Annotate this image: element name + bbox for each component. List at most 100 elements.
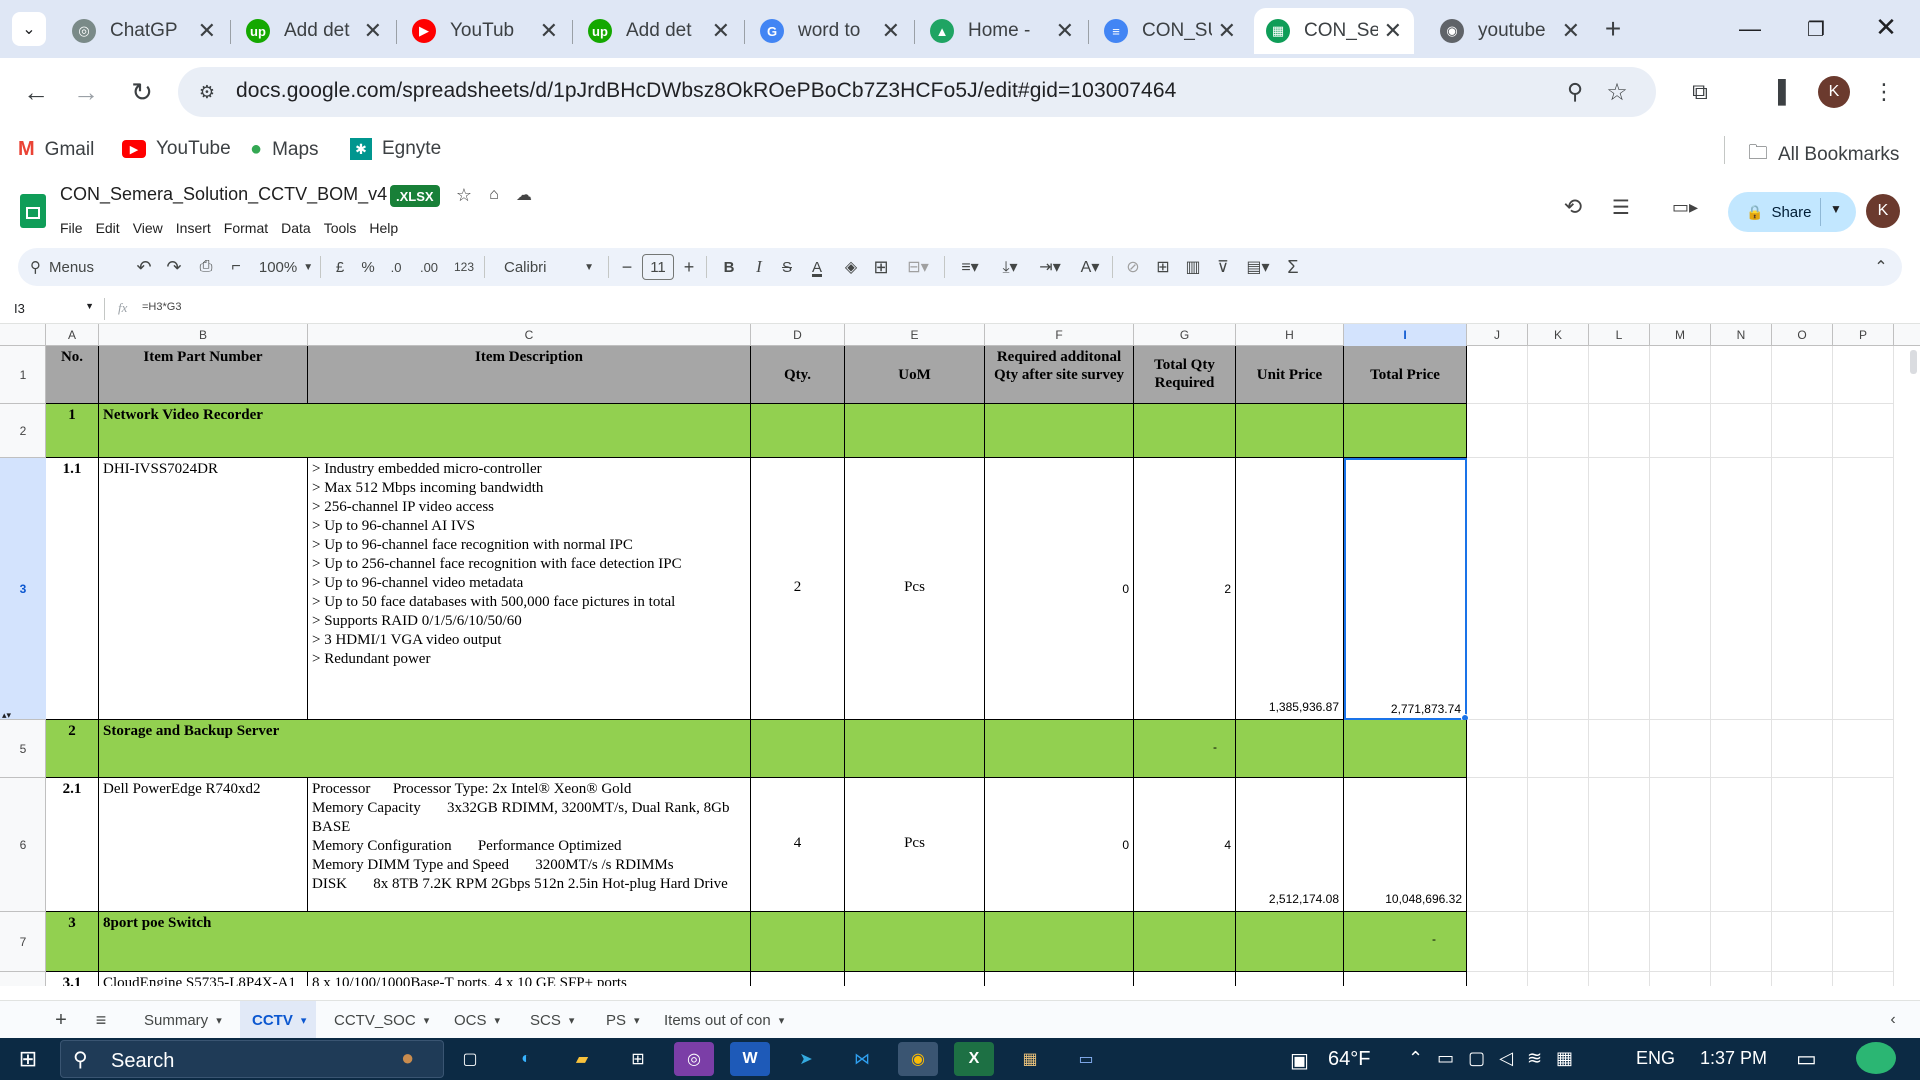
- weather-icon[interactable]: ▣: [1290, 1048, 1309, 1073]
- section-3-qty[interactable]: [751, 912, 845, 972]
- empty-cell[interactable]: [1772, 720, 1833, 778]
- fill-color-icon[interactable]: ◈: [838, 248, 864, 286]
- empty-cell[interactable]: [1528, 346, 1589, 404]
- item-3-1-unit[interactable]: [1236, 972, 1344, 986]
- item-1-1-description[interactable]: > Industry embedded micro-controller > M…: [308, 458, 751, 720]
- sheet-tab[interactable]: PS ▾: [594, 1001, 646, 1039]
- minimize-icon[interactable]: —: [1730, 14, 1770, 44]
- section-2-add[interactable]: [985, 720, 1134, 778]
- browser-tab[interactable]: up Add det ✕: [576, 8, 742, 54]
- section-3-uom[interactable]: [845, 912, 985, 972]
- item-3-1-number[interactable]: 3.1: [46, 972, 99, 986]
- menu-format[interactable]: Format: [224, 220, 268, 236]
- taskbar-search[interactable]: ⚲ Search ●: [60, 1040, 444, 1078]
- functions-icon[interactable]: Σ: [1280, 248, 1306, 286]
- tab-close-icon[interactable]: ✕: [712, 18, 730, 44]
- item-2-1-additional-qty[interactable]: 0: [985, 778, 1134, 912]
- sheet-tab[interactable]: CCTV_SOC ▾: [322, 1001, 440, 1039]
- increase-decimal-button[interactable]: .00: [412, 248, 446, 286]
- telegram-icon[interactable]: ➤: [786, 1042, 826, 1076]
- sheet-tab-dropdown-icon[interactable]: ▾: [779, 1014, 785, 1027]
- strikethrough-icon[interactable]: S: [774, 248, 800, 286]
- italic-icon[interactable]: I: [746, 248, 772, 286]
- item-3-1-uom[interactable]: [845, 972, 985, 986]
- empty-cell[interactable]: [1650, 404, 1711, 458]
- section-1-add[interactable]: [985, 404, 1134, 458]
- section-1-number[interactable]: 1: [46, 404, 99, 458]
- tab-close-icon[interactable]: ✕: [198, 18, 216, 44]
- item-1-1-total-qty[interactable]: 2: [1134, 458, 1236, 720]
- tab-close-icon[interactable]: ✕: [1562, 18, 1580, 44]
- font-select[interactable]: Calibri ▼: [494, 248, 604, 286]
- column-header-o[interactable]: O: [1772, 324, 1833, 346]
- tab-close-icon[interactable]: ✕: [882, 18, 900, 44]
- empty-cell[interactable]: [1711, 972, 1772, 986]
- sheet-tab[interactable]: OCS ▾: [442, 1001, 512, 1039]
- horizontal-align-icon[interactable]: ≡▾: [952, 248, 988, 286]
- section-2-title[interactable]: Storage and Backup Server: [99, 720, 751, 778]
- empty-cell[interactable]: [1589, 346, 1650, 404]
- bookmark-gmail[interactable]: M Gmail: [18, 138, 94, 161]
- browser-tab[interactable]: ▶ YouTub ✕: [400, 8, 570, 54]
- item-2-1-unit-price[interactable]: 2,512,174.08: [1236, 778, 1344, 912]
- browser-menu-icon[interactable]: ⋮: [1872, 76, 1896, 108]
- text-wrap-icon[interactable]: ⇥▾: [1032, 248, 1068, 286]
- empty-cell[interactable]: [1711, 912, 1772, 972]
- empty-cell[interactable]: [1467, 720, 1528, 778]
- sheet-tab-dropdown-icon[interactable]: ▾: [569, 1014, 575, 1027]
- item-3-1-add[interactable]: [985, 972, 1134, 986]
- scroll-sheets-icon[interactable]: ‹: [1880, 1007, 1906, 1033]
- empty-cell[interactable]: [1650, 912, 1711, 972]
- filter-views-icon[interactable]: ▤▾: [1240, 248, 1276, 286]
- column-header-d[interactable]: D: [751, 324, 845, 346]
- row-header[interactable]: 1: [0, 346, 46, 404]
- back-icon[interactable]: ←: [18, 74, 54, 110]
- empty-cell[interactable]: [1833, 912, 1894, 972]
- empty-cell[interactable]: [1711, 778, 1772, 912]
- reload-icon[interactable]: ↻: [124, 74, 160, 110]
- decrease-font-icon[interactable]: −: [616, 248, 638, 286]
- zoom-icon[interactable]: ⚲: [1560, 77, 1590, 107]
- bookmark-maps[interactable]: ● Maps: [250, 138, 319, 161]
- header-description[interactable]: Item Description: [308, 346, 751, 404]
- column-header-m[interactable]: M: [1650, 324, 1711, 346]
- empty-cell[interactable]: [1772, 778, 1833, 912]
- item-3-1-total-qty[interactable]: [1134, 972, 1236, 986]
- column-header-j[interactable]: J: [1467, 324, 1528, 346]
- menu-insert[interactable]: Insert: [176, 220, 211, 236]
- account-avatar[interactable]: K: [1866, 194, 1900, 228]
- row-header[interactable]: 2: [0, 404, 46, 458]
- empty-cell[interactable]: [1650, 720, 1711, 778]
- excel-icon[interactable]: X: [954, 1042, 994, 1076]
- undo-icon[interactable]: ↶: [130, 248, 158, 286]
- item-3-1-description[interactable]: 8 x 10/100/1000Base-T ports, 4 x 10 GE S…: [308, 972, 751, 986]
- empty-cell[interactable]: [1650, 346, 1711, 404]
- sheets-logo-icon[interactable]: [20, 194, 46, 228]
- comments-icon[interactable]: ☰: [1604, 190, 1638, 224]
- row-header[interactable]: 3: [0, 458, 46, 720]
- row-header[interactable]: 5: [0, 720, 46, 778]
- empty-cell[interactable]: [1772, 346, 1833, 404]
- empty-cell[interactable]: [1589, 720, 1650, 778]
- tab-close-icon[interactable]: ✕: [364, 18, 382, 44]
- all-sheets-icon[interactable]: ≡: [88, 1007, 114, 1033]
- extensions-icon[interactable]: ⧉: [1684, 76, 1716, 108]
- empty-cell[interactable]: [1589, 404, 1650, 458]
- tab-close-icon[interactable]: ✕: [1056, 18, 1074, 44]
- row-header[interactable]: 7: [0, 912, 46, 972]
- section-1-uom[interactable]: [845, 404, 985, 458]
- version-history-icon[interactable]: ⟲: [1556, 190, 1590, 224]
- empty-cell[interactable]: [1589, 778, 1650, 912]
- percent-button[interactable]: %: [356, 248, 380, 286]
- bookmark-star-icon[interactable]: ☆: [1602, 77, 1632, 107]
- menu-help[interactable]: Help: [369, 220, 398, 236]
- header-additional-qty[interactable]: Required additonal Qty after site survey: [985, 346, 1134, 404]
- browser-tab[interactable]: ▦ CON_Se ✕: [1254, 8, 1414, 54]
- notifications-icon[interactable]: ▭: [1796, 1046, 1817, 1072]
- text-color-icon[interactable]: A: [804, 248, 830, 286]
- empty-cell[interactable]: [1589, 972, 1650, 986]
- print-icon[interactable]: ⎙: [192, 248, 220, 286]
- hidden-row-indicator-icon[interactable]: ▴▾: [2, 710, 11, 721]
- merge-cells-icon[interactable]: ⊟▾: [898, 248, 938, 286]
- empty-cell[interactable]: [1650, 778, 1711, 912]
